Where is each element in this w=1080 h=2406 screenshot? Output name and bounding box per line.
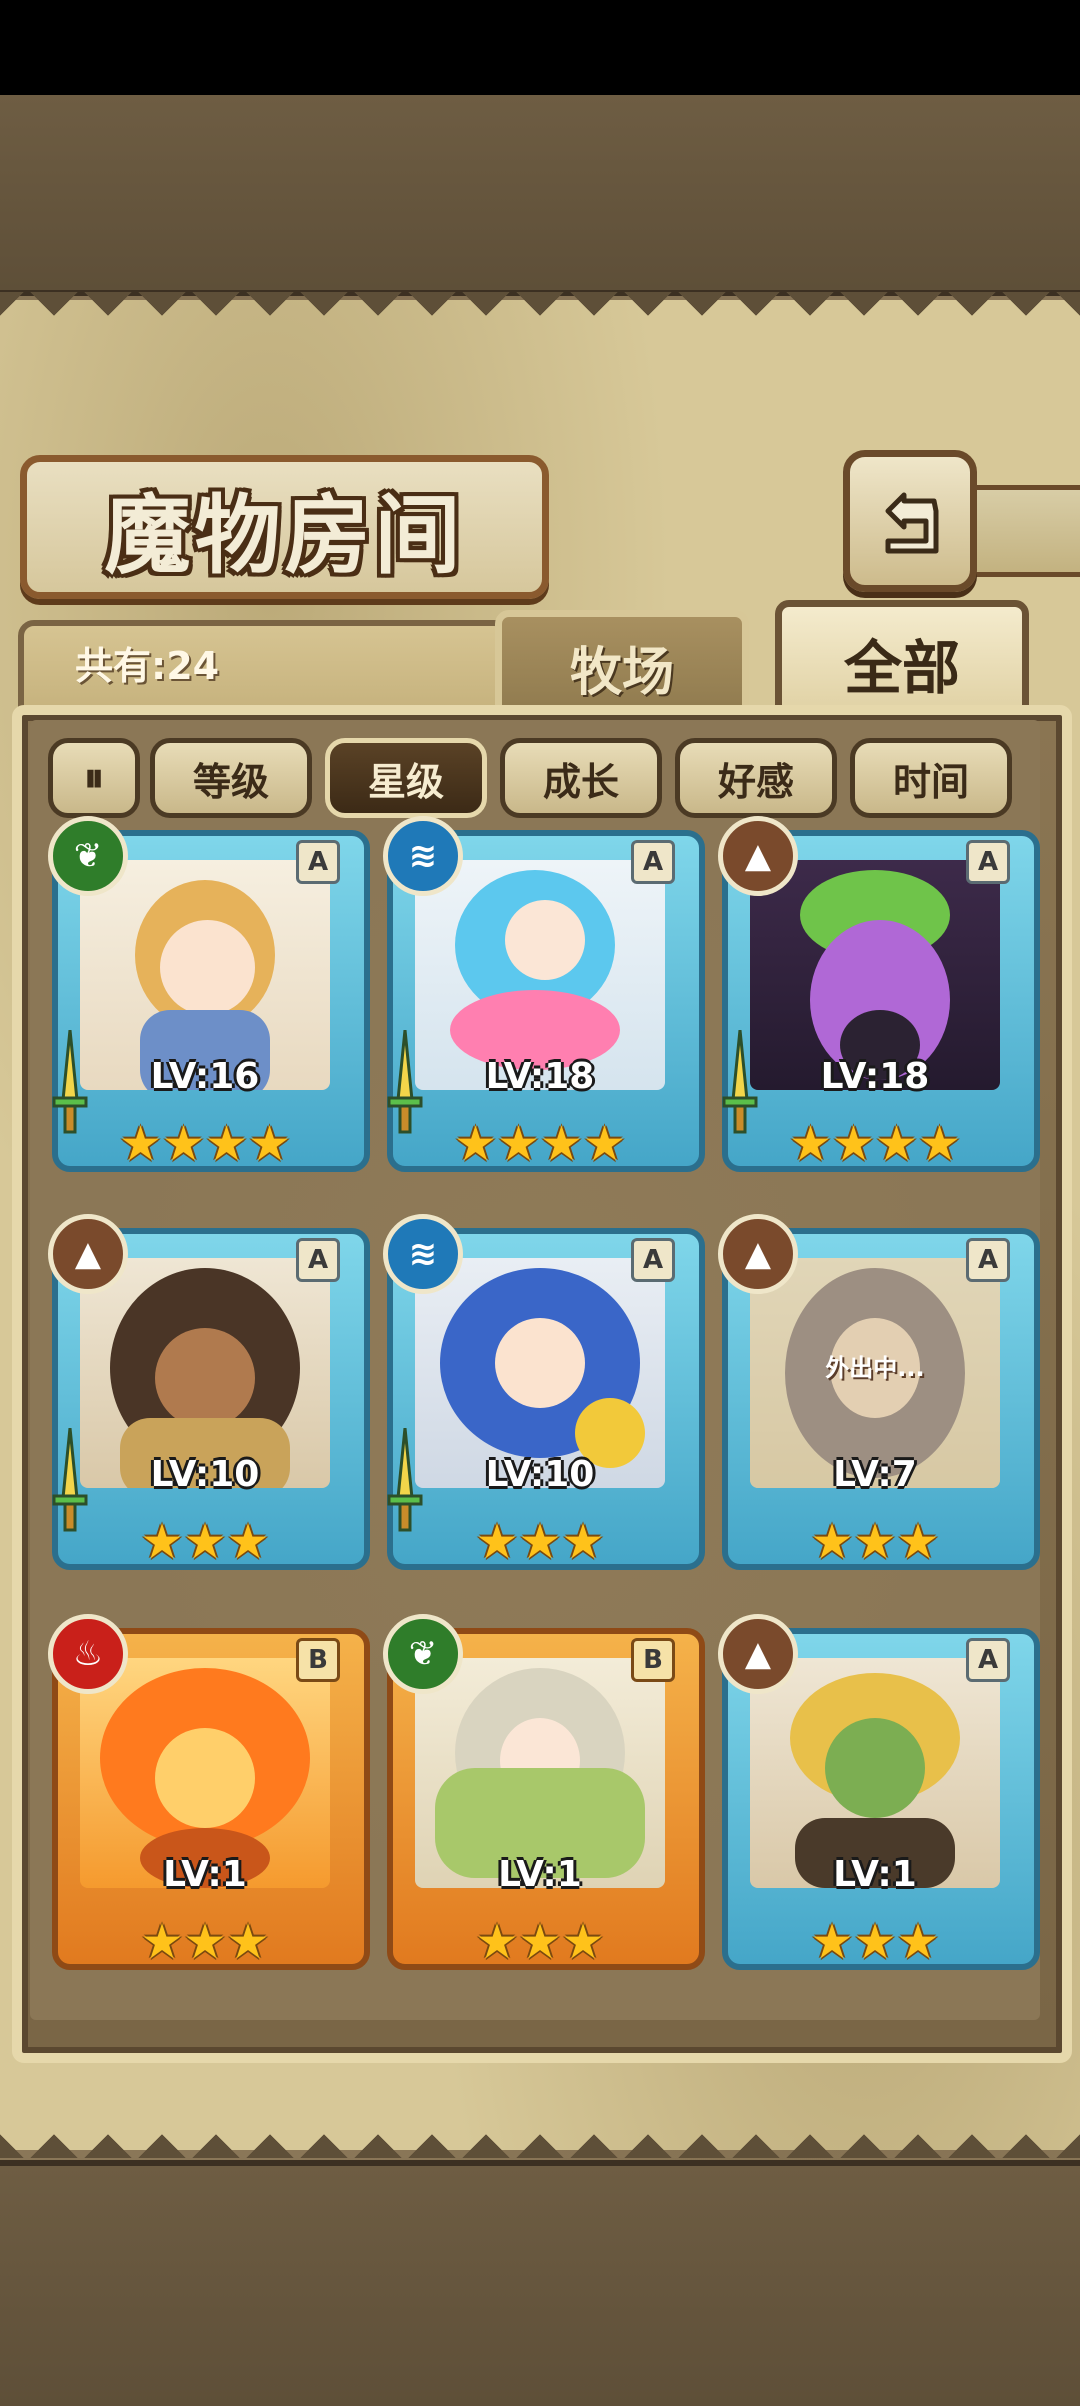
star-icon: ★: [496, 1116, 540, 1172]
back-button[interactable]: [843, 450, 977, 592]
monster-level: LV:1: [833, 1854, 917, 1895]
star-icon: ★: [875, 1116, 919, 1172]
sort-button-level[interactable]: 等级: [150, 738, 312, 818]
monster-level: LV:18: [485, 1056, 595, 1097]
star-icon: ★: [853, 1914, 897, 1970]
star-icon: ★: [831, 1116, 875, 1172]
star-rating: ★ ★ ★: [722, 1916, 1028, 1968]
monster-level: LV:16: [150, 1056, 260, 1097]
star-icon: ★: [205, 1116, 249, 1172]
star-icon: ★: [583, 1116, 627, 1172]
star-rating: ★ ★ ★ ★: [722, 1118, 1028, 1170]
star-icon: ★: [518, 1914, 562, 1970]
mountain-icon: ▲: [718, 1214, 798, 1294]
zigzag-border-top: [0, 292, 1080, 332]
monster-card[interactable]: ▲ A LV:1 ★ ★ ★: [718, 1614, 1040, 1984]
star-icon: ★: [896, 1914, 940, 1970]
star-rating: ★ ★ ★ ★: [387, 1118, 693, 1170]
sort-button-time[interactable]: 时间: [850, 738, 1012, 818]
star-icon: ★: [248, 1116, 292, 1172]
star-rating: ★ ★ ★: [722, 1516, 1028, 1568]
star-icon: ★: [810, 1914, 854, 1970]
star-icon: ★: [226, 1514, 270, 1570]
status-label: 外出中...: [825, 1354, 925, 1382]
grade-badge: A: [966, 840, 1010, 884]
star-icon: ★: [140, 1914, 184, 1970]
star-rating: ★ ★ ★: [52, 1516, 358, 1568]
star-icon: ★: [561, 1514, 605, 1570]
monster-card[interactable]: ≋ A LV:18 ★ ★ ★ ★: [383, 816, 705, 1186]
star-icon: ★: [518, 1514, 562, 1570]
sort-button-affection[interactable]: 好感: [675, 738, 837, 818]
monster-level: LV:10: [485, 1454, 595, 1495]
monster-level: LV:1: [498, 1854, 582, 1895]
grade-badge: B: [296, 1638, 340, 1682]
sort-order-toggle[interactable]: ⏸: [48, 738, 140, 818]
star-icon: ★: [810, 1514, 854, 1570]
grade-badge: A: [631, 1238, 675, 1282]
star-icon: ★: [475, 1514, 519, 1570]
monster-card[interactable]: ▲ A LV:10 ★ ★ ★: [48, 1214, 370, 1584]
star-icon: ★: [118, 1116, 162, 1172]
title-banner: 魔物房间: [20, 455, 549, 599]
star-icon: ★: [561, 1914, 605, 1970]
star-icon: ★: [853, 1514, 897, 1570]
grade-badge: A: [966, 1238, 1010, 1282]
monster-level: LV:1: [163, 1854, 247, 1895]
star-icon: ★: [918, 1116, 962, 1172]
star-rating: ★ ★ ★: [52, 1916, 358, 1968]
monster-level: LV:10: [150, 1454, 260, 1495]
star-icon: ★: [475, 1914, 519, 1970]
monster-card[interactable]: ▲ A LV:18 ★ ★ ★ ★: [718, 816, 1040, 1186]
grade-badge: B: [631, 1638, 675, 1682]
sort-order-icon: ⏸: [84, 755, 104, 801]
star-rating: ★ ★ ★: [387, 1916, 693, 1968]
monster-card[interactable]: ♨ B LV:1 ★ ★ ★: [48, 1614, 370, 1984]
star-rating: ★ ★ ★ ★: [52, 1118, 358, 1170]
monster-card[interactable]: ≋ A LV:10 ★ ★ ★: [383, 1214, 705, 1584]
monster-card[interactable]: ❦ B LV:1 ★ ★ ★: [383, 1614, 705, 1984]
water-icon: ≋: [383, 816, 463, 896]
grade-badge: A: [296, 840, 340, 884]
grade-badge: A: [296, 1238, 340, 1282]
bottom-map-strip: [0, 2160, 1080, 2406]
leaf-icon: ❦: [383, 1614, 463, 1694]
zigzag-border-bottom: [0, 2118, 1080, 2158]
back-button-rail: [960, 485, 1080, 577]
star-icon: ★: [226, 1914, 270, 1970]
mountain-icon: ▲: [718, 816, 798, 896]
leaf-icon: ❦: [48, 816, 128, 896]
star-icon: ★: [540, 1116, 584, 1172]
mountain-icon: ▲: [48, 1214, 128, 1294]
sort-button-stars[interactable]: 星级: [325, 738, 487, 818]
star-icon: ★: [896, 1514, 940, 1570]
flame-icon: ♨: [48, 1614, 128, 1694]
grade-badge: A: [966, 1638, 1010, 1682]
star-rating: ★ ★ ★: [387, 1516, 693, 1568]
star-icon: ★: [453, 1116, 497, 1172]
mountain-icon: ▲: [718, 1614, 798, 1694]
star-icon: ★: [140, 1514, 184, 1570]
grade-badge: A: [631, 840, 675, 884]
back-arrow-icon: [885, 492, 939, 554]
status-bar: [0, 0, 1080, 95]
water-icon: ≋: [383, 1214, 463, 1294]
monster-card[interactable]: ❦ A LV:16 ★ ★ ★ ★: [48, 816, 370, 1186]
star-icon: ★: [161, 1116, 205, 1172]
monster-count: 共有:24: [75, 644, 220, 688]
sort-button-growth[interactable]: 成长: [500, 738, 662, 818]
star-icon: ★: [183, 1514, 227, 1570]
star-icon: ★: [788, 1116, 832, 1172]
monster-level: LV:18: [820, 1056, 930, 1097]
page-title: 魔物房间: [104, 484, 465, 586]
top-map-strip: [0, 95, 1080, 296]
star-icon: ★: [183, 1914, 227, 1970]
monster-card[interactable]: 外出中... ▲ A LV:7 ★ ★ ★: [718, 1214, 1040, 1584]
monster-level: LV:7: [833, 1454, 917, 1495]
